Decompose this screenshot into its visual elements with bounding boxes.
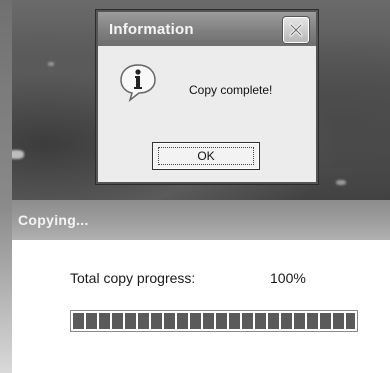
progress-bar [70, 310, 358, 332]
progress-block [151, 313, 162, 329]
progress-block [346, 313, 355, 329]
progress-block [190, 313, 201, 329]
progress-block [333, 313, 344, 329]
progress-block [281, 313, 292, 329]
focus-rectangle [158, 147, 254, 165]
window-left-edge [0, 0, 12, 373]
progress-block [138, 313, 149, 329]
progress-label: Total copy progress: [70, 270, 196, 286]
information-titlebar[interactable]: Information [98, 12, 316, 46]
progress-percent: 100% [270, 270, 306, 286]
copying-titlebar[interactable]: Copying... [12, 200, 390, 240]
information-title: Information [109, 20, 194, 38]
progress-block [125, 313, 136, 329]
message-text: Copy complete! [189, 83, 273, 97]
progress-block [164, 313, 175, 329]
progress-fill [73, 313, 355, 329]
progress-block [320, 313, 331, 329]
progress-block [255, 313, 266, 329]
progress-block [86, 313, 97, 329]
information-dialog: Information Copy complete! OK [96, 10, 318, 184]
info-balloon-icon [118, 62, 158, 103]
information-body: Copy complete! OK [98, 46, 316, 180]
progress-block [99, 313, 110, 329]
progress-block [73, 313, 84, 329]
progress-block [229, 313, 240, 329]
close-button[interactable] [283, 17, 309, 43]
progress-block [112, 313, 123, 329]
progress-block [307, 313, 318, 329]
progress-block [242, 313, 253, 329]
copying-title: Copying... [18, 212, 89, 228]
progress-block [268, 313, 279, 329]
progress-block [294, 313, 305, 329]
progress-block [177, 313, 188, 329]
close-icon [289, 23, 303, 37]
progress-block [216, 313, 227, 329]
ok-button[interactable]: OK [152, 142, 260, 170]
copying-dialog: Copying... Total copy progress: 100% [12, 200, 390, 373]
progress-block [203, 313, 214, 329]
